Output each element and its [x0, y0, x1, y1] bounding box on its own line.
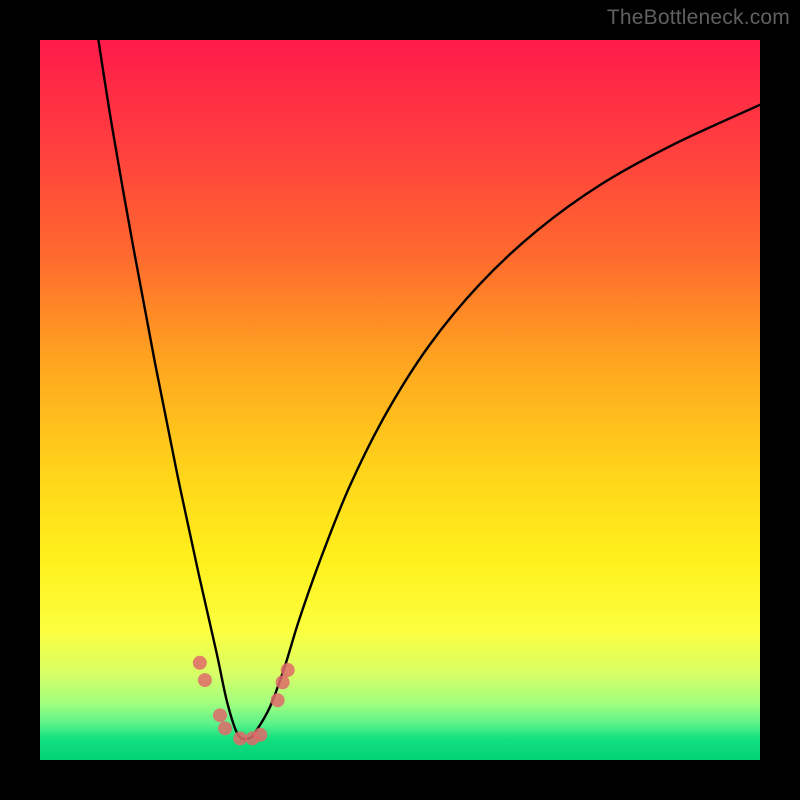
plot-area [40, 40, 760, 760]
chart-frame: TheBottleneck.com [0, 0, 800, 800]
bottleneck-curve-svg [40, 40, 760, 760]
trough-marker [253, 728, 267, 742]
trough-marker [276, 675, 290, 689]
bottleneck-curve [94, 40, 760, 739]
trough-marker [193, 656, 207, 670]
trough-marker [213, 708, 227, 722]
trough-marker [281, 663, 295, 677]
trough-marker [233, 731, 247, 745]
watermark-text: TheBottleneck.com [607, 6, 790, 30]
trough-marker [271, 693, 285, 707]
trough-markers [193, 656, 295, 746]
trough-marker [218, 721, 232, 735]
trough-marker [198, 673, 212, 687]
